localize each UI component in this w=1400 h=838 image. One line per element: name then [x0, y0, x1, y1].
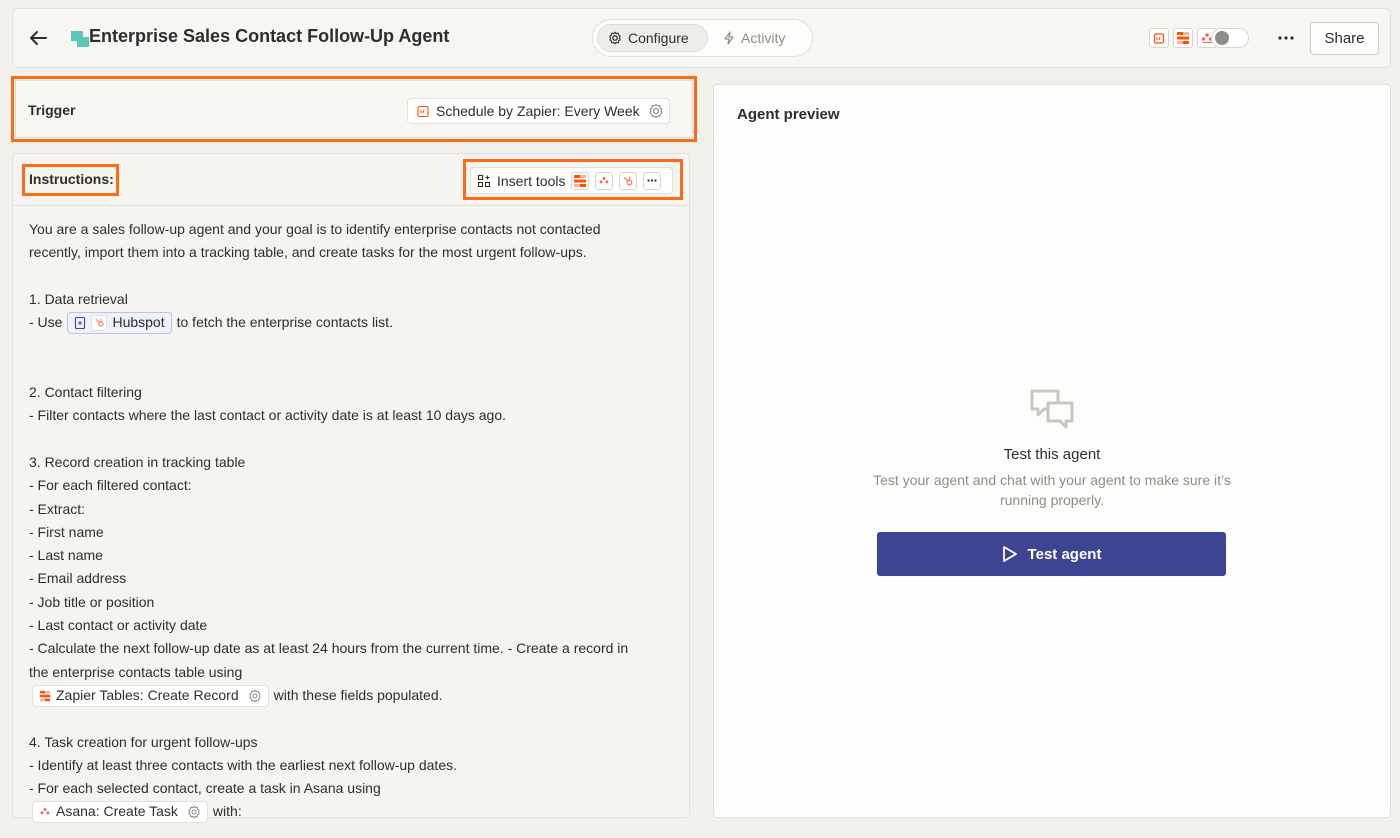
- gear-icon: [609, 31, 621, 45]
- top-bar: Enterprise Sales Contact Follow-Up Agent…: [12, 8, 1391, 68]
- gear-icon[interactable]: [187, 805, 201, 819]
- instruction-heading: 3. Record creation in tracking table: [29, 453, 246, 470]
- trigger-schedule-chip[interactable]: Schedule by Zapier: Every Week: [407, 98, 670, 124]
- test-agent-description-line: Test your agent and chat with your agent…: [873, 472, 1231, 488]
- chat-bubbles-icon: [1030, 389, 1074, 429]
- insert-tools-icon: [477, 174, 491, 187]
- instruction-text: - Use: [29, 314, 63, 331]
- schedule-icon: [417, 105, 429, 118]
- more-tools-icon[interactable]: [643, 171, 662, 190]
- zapier-tables-icon[interactable]: [1173, 28, 1193, 48]
- gear-icon[interactable]: [648, 103, 664, 119]
- bolt-icon: [724, 31, 734, 45]
- instruction-line: - Use Hubspot to fetch the enterprise co…: [29, 311, 669, 334]
- share-button[interactable]: Share: [1310, 22, 1379, 55]
- zapier-tables-tool-chip[interactable]: Zapier Tables: Create Record: [32, 684, 269, 707]
- asana-tool-chip[interactable]: Asana: Create Task: [32, 801, 208, 824]
- instruction-line: - Email address: [29, 570, 127, 587]
- instruction-line: - Identify at least three contacts with …: [29, 756, 457, 773]
- mode-tabs: Configure Activity: [592, 19, 813, 57]
- back-arrow-icon[interactable]: [27, 27, 49, 49]
- instruction-text: to fetch the enterprise contacts list.: [176, 314, 393, 331]
- test-agent-heading: Test this agent: [1003, 446, 1101, 463]
- more-options-icon[interactable]: [1274, 27, 1298, 49]
- tab-configure-label: Configure: [628, 30, 689, 46]
- asana-icon: [40, 808, 50, 815]
- zapier-tables-chip-label: Zapier Tables: Create Record: [56, 686, 239, 703]
- instruction-heading: 4. Task creation for urgent follow-ups: [29, 733, 258, 750]
- tab-activity-label: Activity: [741, 30, 786, 46]
- tab-configure[interactable]: Configure: [597, 24, 708, 52]
- asana-icon[interactable]: [595, 171, 614, 190]
- instruction-line: - Job title or position: [29, 593, 155, 610]
- instruction-line: - First name: [29, 523, 104, 540]
- trigger-schedule-text: Schedule by Zapier: Every Week: [436, 103, 640, 119]
- schedule-icon[interactable]: [1149, 28, 1169, 48]
- asana-chip-label: Asana: Create Task: [56, 803, 178, 820]
- instruction-line: - Last contact or activity date: [29, 617, 208, 634]
- tab-activity[interactable]: Activity: [713, 24, 797, 52]
- instruction-line: - For each selected contact, create a ta…: [29, 780, 381, 797]
- connected-apps: [1149, 28, 1217, 48]
- instruction-line: - Extract:: [29, 500, 86, 517]
- hubspot-icon: [91, 314, 108, 331]
- agent-enable-toggle[interactable]: [1211, 28, 1249, 48]
- trigger-label: Trigger: [28, 102, 76, 118]
- instruction-line: - For each filtered contact:: [29, 477, 192, 494]
- page-title: Enterprise Sales Contact Follow-Up Agent: [89, 26, 450, 46]
- instruction-heading: 2. Contact filtering: [29, 384, 142, 401]
- test-agent-description-line: running properly.: [999, 492, 1105, 508]
- play-icon: [1002, 546, 1017, 562]
- instruction-line: the enterprise contacts table using: [29, 663, 243, 680]
- test-agent-description: Test your agent and chat with your agent…: [852, 470, 1252, 510]
- test-agent-button-label: Test agent: [1027, 545, 1102, 563]
- instructions-body[interactable]: You are a sales follow-up agent and your…: [29, 218, 669, 824]
- test-agent-button[interactable]: Test agent: [877, 532, 1226, 576]
- instruction-line: You are a sales follow-up agent and your…: [29, 221, 601, 237]
- instruction-line: Asana: Create Task with:: [29, 800, 669, 824]
- hubspot-tool-chip[interactable]: Hubspot: [67, 311, 172, 334]
- instruction-line: - Last name: [29, 547, 103, 564]
- gear-icon[interactable]: [248, 689, 262, 703]
- instruction-text: with:: [212, 803, 242, 820]
- action-doc-icon: [75, 316, 86, 329]
- instruction-line: Zapier Tables: Create Record with these …: [29, 684, 669, 707]
- insert-tools-bar: Insert tools: [470, 167, 673, 194]
- instruction-line: - Calculate the next follow-up date as a…: [29, 640, 629, 657]
- zapier-tables-icon[interactable]: [571, 171, 590, 190]
- instruction-line: recently, import them into a tracking ta…: [29, 244, 587, 261]
- instruction-text: with these fields populated.: [273, 686, 443, 703]
- preview-title: Agent preview: [737, 106, 840, 123]
- instruction-line: - Filter contacts where the last contact…: [29, 407, 507, 424]
- instructions-label: Instructions:: [29, 171, 114, 187]
- hubspot-icon[interactable]: [619, 171, 638, 190]
- zapier-tables-icon: [39, 690, 51, 701]
- insert-tools-button[interactable]: Insert tools: [497, 173, 565, 189]
- instruction-heading: 1. Data retrieval: [29, 290, 128, 307]
- hubspot-chip-label: Hubspot: [112, 314, 165, 331]
- agent-logo-icon: [71, 31, 89, 47]
